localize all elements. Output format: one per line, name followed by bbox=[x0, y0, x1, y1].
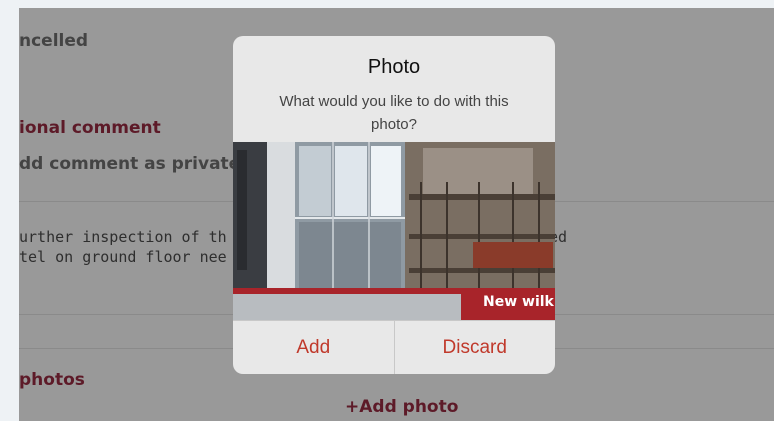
add-photo-button[interactable]: +Add photo bbox=[345, 397, 458, 417]
photo-dialog: Photo What would you like to do with thi… bbox=[233, 36, 555, 374]
discard-button[interactable]: Discard bbox=[393, 321, 556, 374]
status-text: ncelled bbox=[19, 31, 89, 51]
add-button[interactable]: Add bbox=[233, 321, 394, 374]
dialog-message: What would you like to do with this phot… bbox=[279, 93, 509, 133]
comment-text-line-1[interactable]: urther inspection of th bbox=[19, 228, 227, 246]
photo-preview: New wilk bbox=[233, 142, 555, 320]
dialog-title: Photo bbox=[367, 56, 421, 78]
photos-heading: photos bbox=[19, 370, 85, 390]
dialog-actions: Add Discard bbox=[233, 320, 555, 374]
private-comment-toggle-label[interactable]: dd comment as private? bbox=[19, 154, 250, 174]
additional-comment-heading: ional comment bbox=[19, 118, 161, 138]
photo-sign-text: New wilk bbox=[483, 294, 554, 310]
comment-text-line-2[interactable]: tel on ground floor nee bbox=[19, 248, 227, 266]
